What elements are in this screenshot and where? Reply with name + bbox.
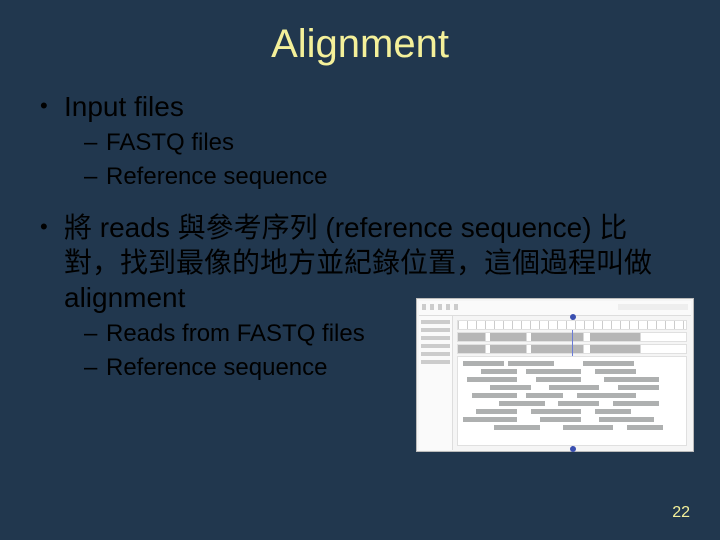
figure-side-panel	[419, 316, 453, 450]
figure-body	[419, 316, 691, 450]
bullet-text: Input files	[64, 89, 680, 124]
slide: Alignment • Input files – FASTQ files – …	[0, 0, 720, 540]
sub-bullet-marker: –	[84, 353, 106, 383]
bullet-item: • Input files	[40, 89, 680, 124]
sub-bullet-text: Reference sequence	[106, 353, 327, 383]
page-number: 22	[672, 504, 690, 522]
bullet-marker: •	[40, 210, 64, 315]
bullet-marker: •	[40, 89, 64, 124]
figure-ruler-track	[457, 320, 687, 330]
sub-bullet-item: – FASTQ files	[84, 128, 680, 158]
sub-bullet-item: – Reference sequence	[84, 162, 680, 192]
sub-bullet-marker: –	[84, 319, 106, 349]
slide-title: Alignment	[0, 0, 720, 79]
figure-reads-area	[457, 356, 687, 446]
figure-toolbar	[419, 301, 691, 316]
sub-bullet-text: Reads from FASTQ files	[106, 319, 365, 349]
sub-bullet-marker: –	[84, 128, 106, 158]
figure-tracks	[453, 316, 691, 450]
sub-bullet-text: Reference sequence	[106, 162, 327, 192]
genome-browser-figure	[416, 298, 694, 452]
sub-bullet-text: FASTQ files	[106, 128, 234, 158]
sub-bullet-marker: –	[84, 162, 106, 192]
